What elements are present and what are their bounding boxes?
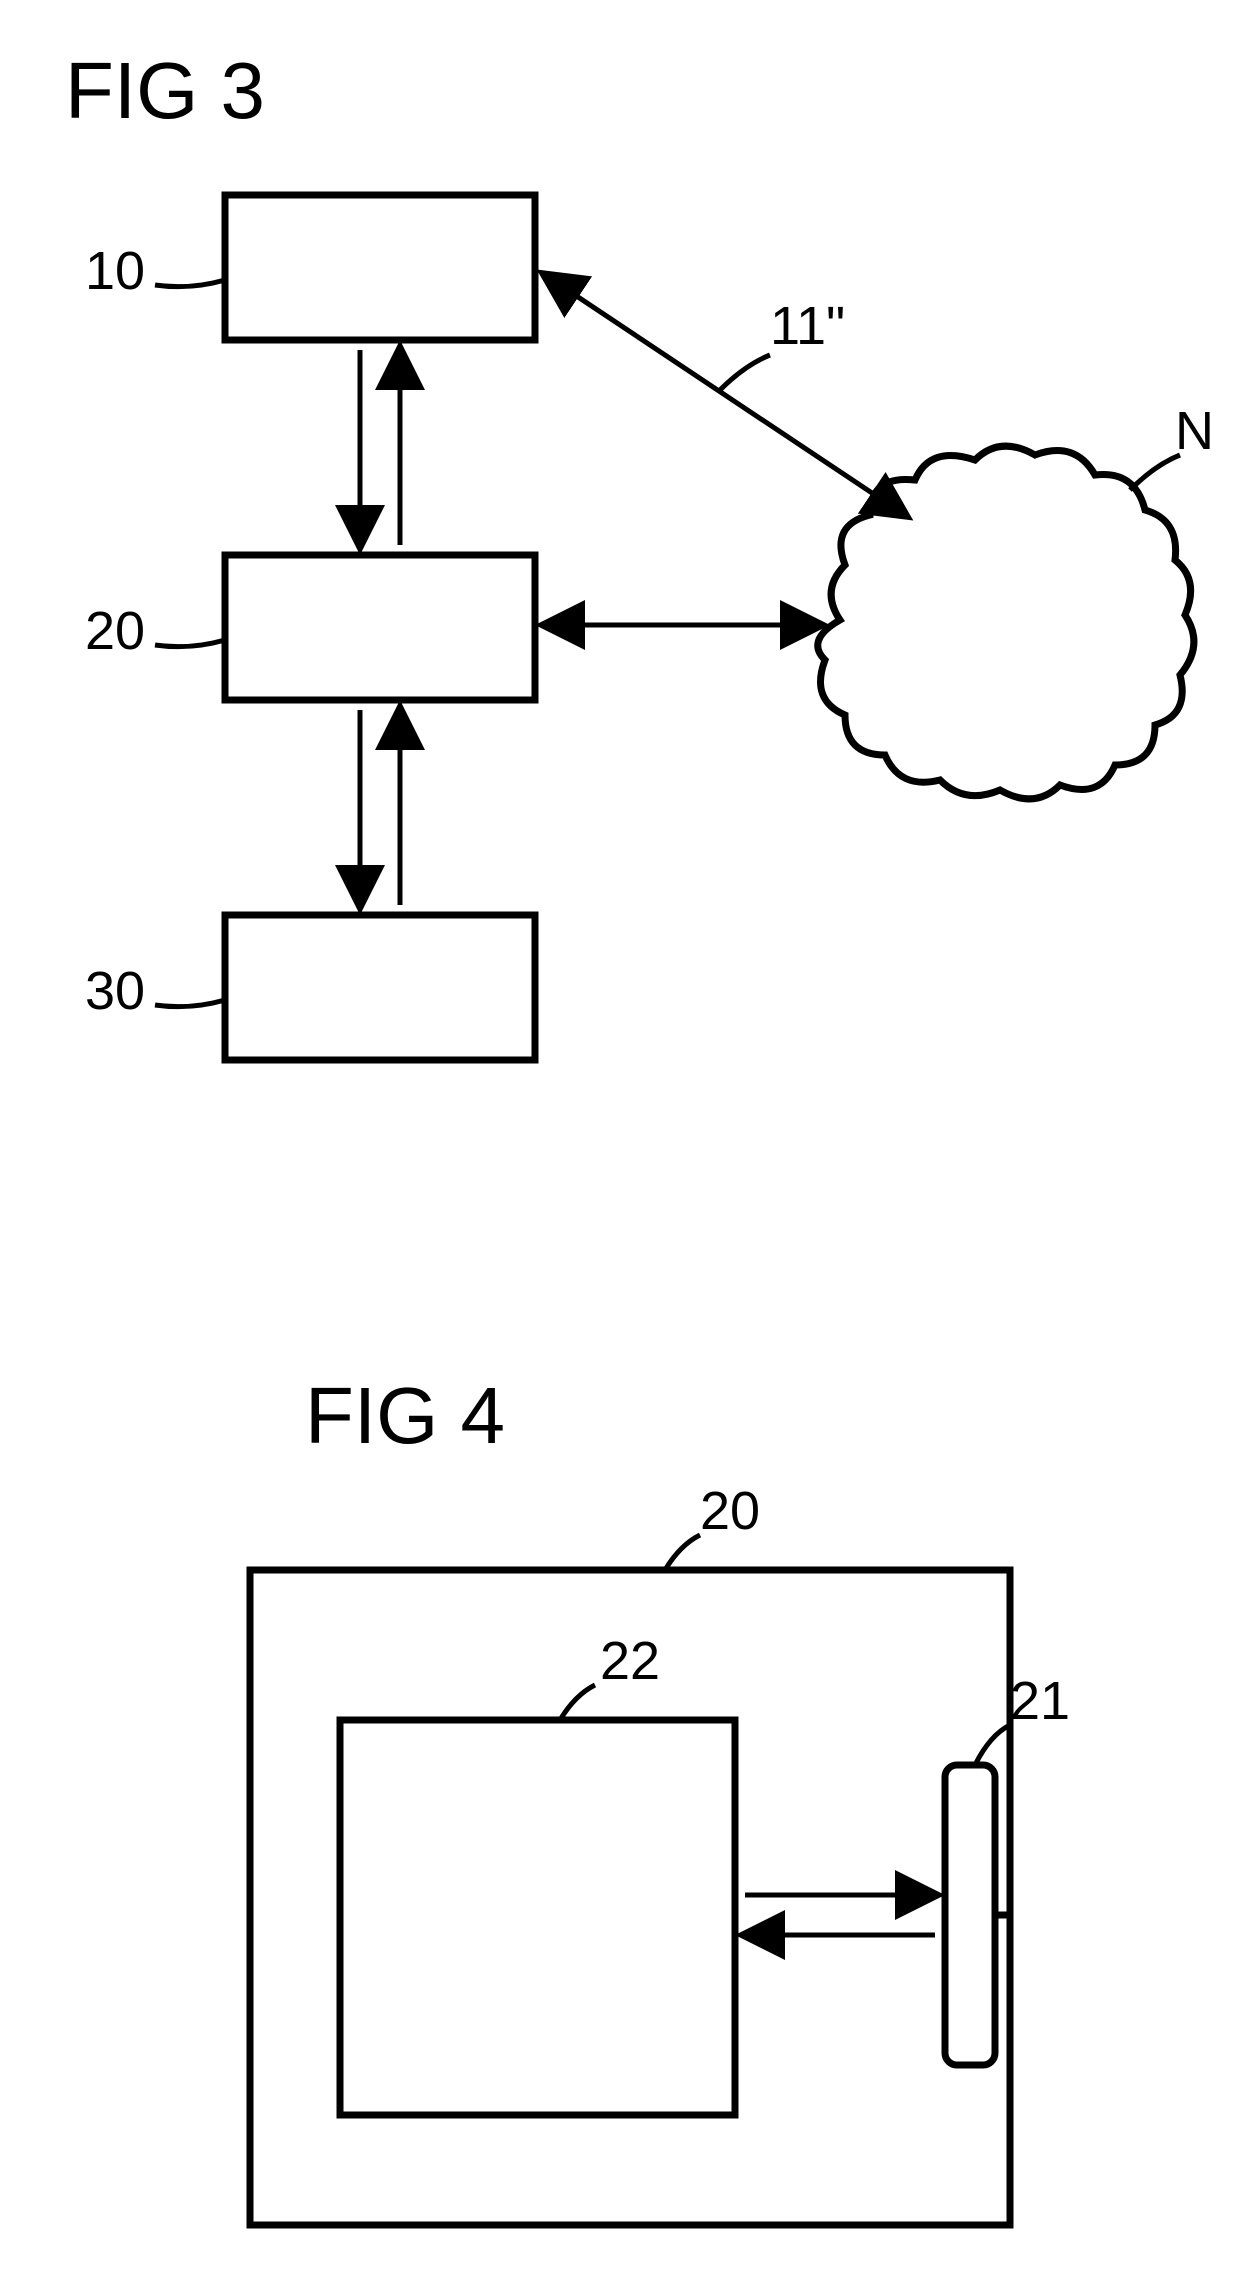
fig4-title: FIG 4 (305, 1370, 505, 1462)
arrow-11 (545, 275, 905, 515)
fig3-diagram (0, 0, 1240, 1200)
cloud-n (818, 446, 1194, 799)
box-30 (225, 915, 535, 1060)
inner-box-22 (340, 1720, 735, 2115)
label-20: 20 (85, 600, 145, 662)
label-n: N (1175, 400, 1214, 462)
label-outer-20: 20 (700, 1480, 760, 1542)
box-20 (225, 555, 535, 700)
leader-11 (720, 355, 770, 390)
leader-21 (975, 1725, 1010, 1765)
label-10: 10 (85, 240, 145, 302)
leader-20 (155, 640, 225, 647)
right-box-21 (945, 1765, 995, 2065)
leader-outer-20 (665, 1535, 700, 1570)
box-10 (225, 195, 535, 340)
label-11: 11" (770, 295, 845, 357)
leader-22 (560, 1685, 595, 1720)
label-21: 21 (1010, 1670, 1070, 1732)
leader-n (1130, 455, 1180, 490)
leader-10 (155, 280, 225, 287)
fig4-diagram (0, 1475, 1240, 2275)
label-30: 30 (85, 960, 145, 1022)
label-22: 22 (600, 1630, 660, 1692)
leader-30 (155, 1000, 225, 1007)
